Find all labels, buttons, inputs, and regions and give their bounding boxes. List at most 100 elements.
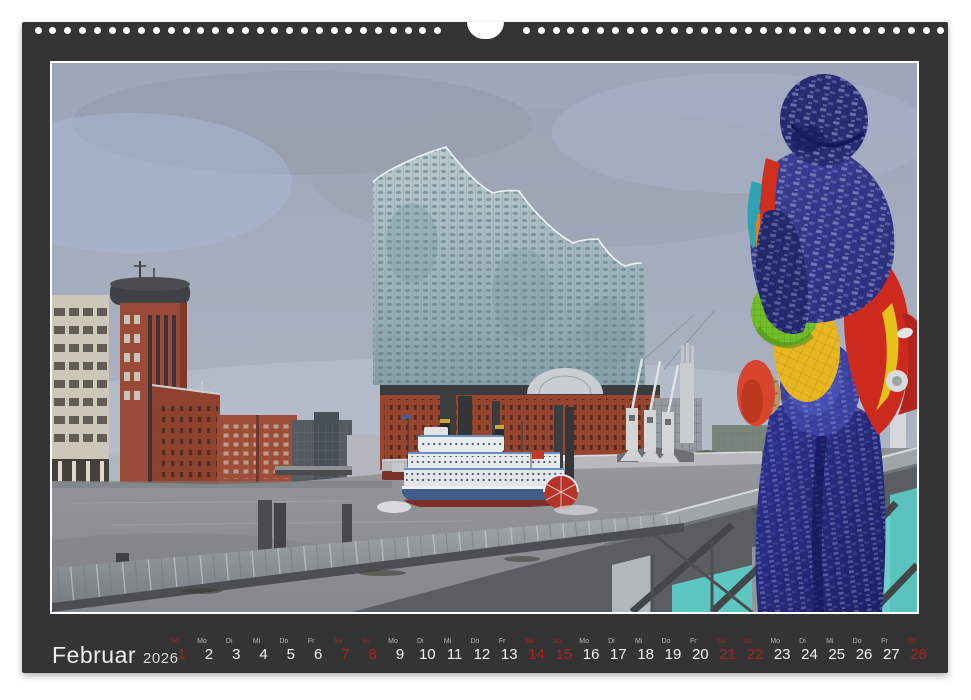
day-number: 14 xyxy=(528,646,545,663)
weekday-label: Di xyxy=(417,638,424,646)
weekday-label: Do xyxy=(470,638,479,646)
day-number: 10 xyxy=(419,646,436,663)
day-number: 28 xyxy=(910,646,927,663)
calendar-day-3: Di3 xyxy=(223,638,250,663)
binding-hole xyxy=(923,27,930,34)
binding-hole xyxy=(242,27,249,34)
calendar-day-13: Fr13 xyxy=(496,638,523,663)
binding-hole xyxy=(49,27,56,34)
calendar-day-14: Sa14 xyxy=(523,638,550,663)
binding-hole xyxy=(819,27,826,34)
day-number: 13 xyxy=(501,646,518,663)
binding-hole xyxy=(656,27,663,34)
day-number: 21 xyxy=(719,646,736,663)
day-number: 12 xyxy=(474,646,491,663)
calendar-day-15: So15 xyxy=(550,638,577,663)
binding-hole xyxy=(390,27,397,34)
day-number: 16 xyxy=(583,646,600,663)
weekday-label: Mo xyxy=(197,638,207,646)
binding-hole xyxy=(257,27,264,34)
day-number: 3 xyxy=(232,646,240,663)
weekday-label: So xyxy=(744,638,753,646)
binding-hole xyxy=(197,27,204,34)
harbor-scene xyxy=(52,63,917,612)
calendar-product-page: Februar2026 So1Mo2Di3Mi4Do5Fr6Sa7So8Mo9D… xyxy=(0,0,971,700)
binding-hole xyxy=(908,27,915,34)
binding-hole xyxy=(538,27,545,34)
binding-hole xyxy=(212,27,219,34)
day-number: 17 xyxy=(610,646,627,663)
binding-hole xyxy=(715,27,722,34)
weekday-label: Sa xyxy=(716,638,725,646)
binding-hole xyxy=(804,27,811,34)
calendar-day-24: Di24 xyxy=(796,638,823,663)
binding-hole xyxy=(834,27,841,34)
calendar-day-26: Do26 xyxy=(850,638,877,663)
weekday-label: Di xyxy=(608,638,615,646)
binding-hole xyxy=(878,27,885,34)
binding-hole xyxy=(523,27,530,34)
calendar-day-2: Mo2 xyxy=(195,638,222,663)
weekday-label: So xyxy=(553,638,562,646)
weekday-label: Fr xyxy=(308,638,315,646)
binding-hole xyxy=(360,27,367,34)
binding-hole xyxy=(671,27,678,34)
binding-hole xyxy=(183,27,190,34)
calendar-day-7: Sa7 xyxy=(332,638,359,663)
weekday-label: Sa xyxy=(525,638,534,646)
binding-hole xyxy=(701,27,708,34)
calendar-day-12: Do12 xyxy=(468,638,495,663)
binding-hole xyxy=(331,27,338,34)
day-number: 4 xyxy=(259,646,267,663)
day-number: 7 xyxy=(341,646,349,663)
calendar-day-6: Fr6 xyxy=(304,638,331,663)
photo-hamburg-harbor xyxy=(50,61,919,614)
calendar-day-5: Do5 xyxy=(277,638,304,663)
day-number: 19 xyxy=(665,646,682,663)
calendar-day-28: Sa28 xyxy=(905,638,932,663)
day-number: 2 xyxy=(205,646,213,663)
binding-hole xyxy=(227,27,234,34)
binding-hole xyxy=(123,27,130,34)
calendar-day-8: So8 xyxy=(359,638,386,663)
day-number: 1 xyxy=(177,646,185,663)
weekday-label: Fr xyxy=(499,638,506,646)
binding-hole xyxy=(345,27,352,34)
day-number: 8 xyxy=(369,646,377,663)
binding-hole xyxy=(405,27,412,34)
binding-hole xyxy=(94,27,101,34)
weekday-label: Fr xyxy=(690,638,697,646)
binding-hole xyxy=(301,27,308,34)
weekday-label: Mi xyxy=(253,638,260,646)
calendar-day-21: Sa21 xyxy=(714,638,741,663)
calendar-day-1: So1 xyxy=(168,638,195,663)
day-number: 11 xyxy=(447,646,463,663)
binding-hole xyxy=(641,27,648,34)
binding-hole xyxy=(937,27,944,34)
calendar-day-11: Mi11 xyxy=(441,638,468,663)
calendar-day-9: Mo9 xyxy=(386,638,413,663)
binding-hole xyxy=(730,27,737,34)
binding-hole xyxy=(553,27,560,34)
weekday-label: Do xyxy=(662,638,671,646)
weekday-label: So xyxy=(170,638,179,646)
binding-hole xyxy=(64,27,71,34)
calendar-day-23: Mo23 xyxy=(769,638,796,663)
binding-hole xyxy=(153,27,160,34)
calendar-day-4: Mi4 xyxy=(250,638,277,663)
calendar-day-17: Di17 xyxy=(605,638,632,663)
calendar-day-27: Fr27 xyxy=(878,638,905,663)
calendar-day-19: Do19 xyxy=(659,638,686,663)
day-number: 15 xyxy=(555,646,572,663)
binding-hole xyxy=(168,27,175,34)
weekday-label: Di xyxy=(799,638,806,646)
weekday-label: Do xyxy=(279,638,288,646)
day-number: 20 xyxy=(692,646,709,663)
day-number: 26 xyxy=(856,646,873,663)
day-number: 18 xyxy=(637,646,654,663)
day-number: 23 xyxy=(774,646,791,663)
binding-hole xyxy=(849,27,856,34)
binding-hole xyxy=(567,27,574,34)
calendar-day-16: Mo16 xyxy=(577,638,604,663)
weekday-label: Do xyxy=(853,638,862,646)
